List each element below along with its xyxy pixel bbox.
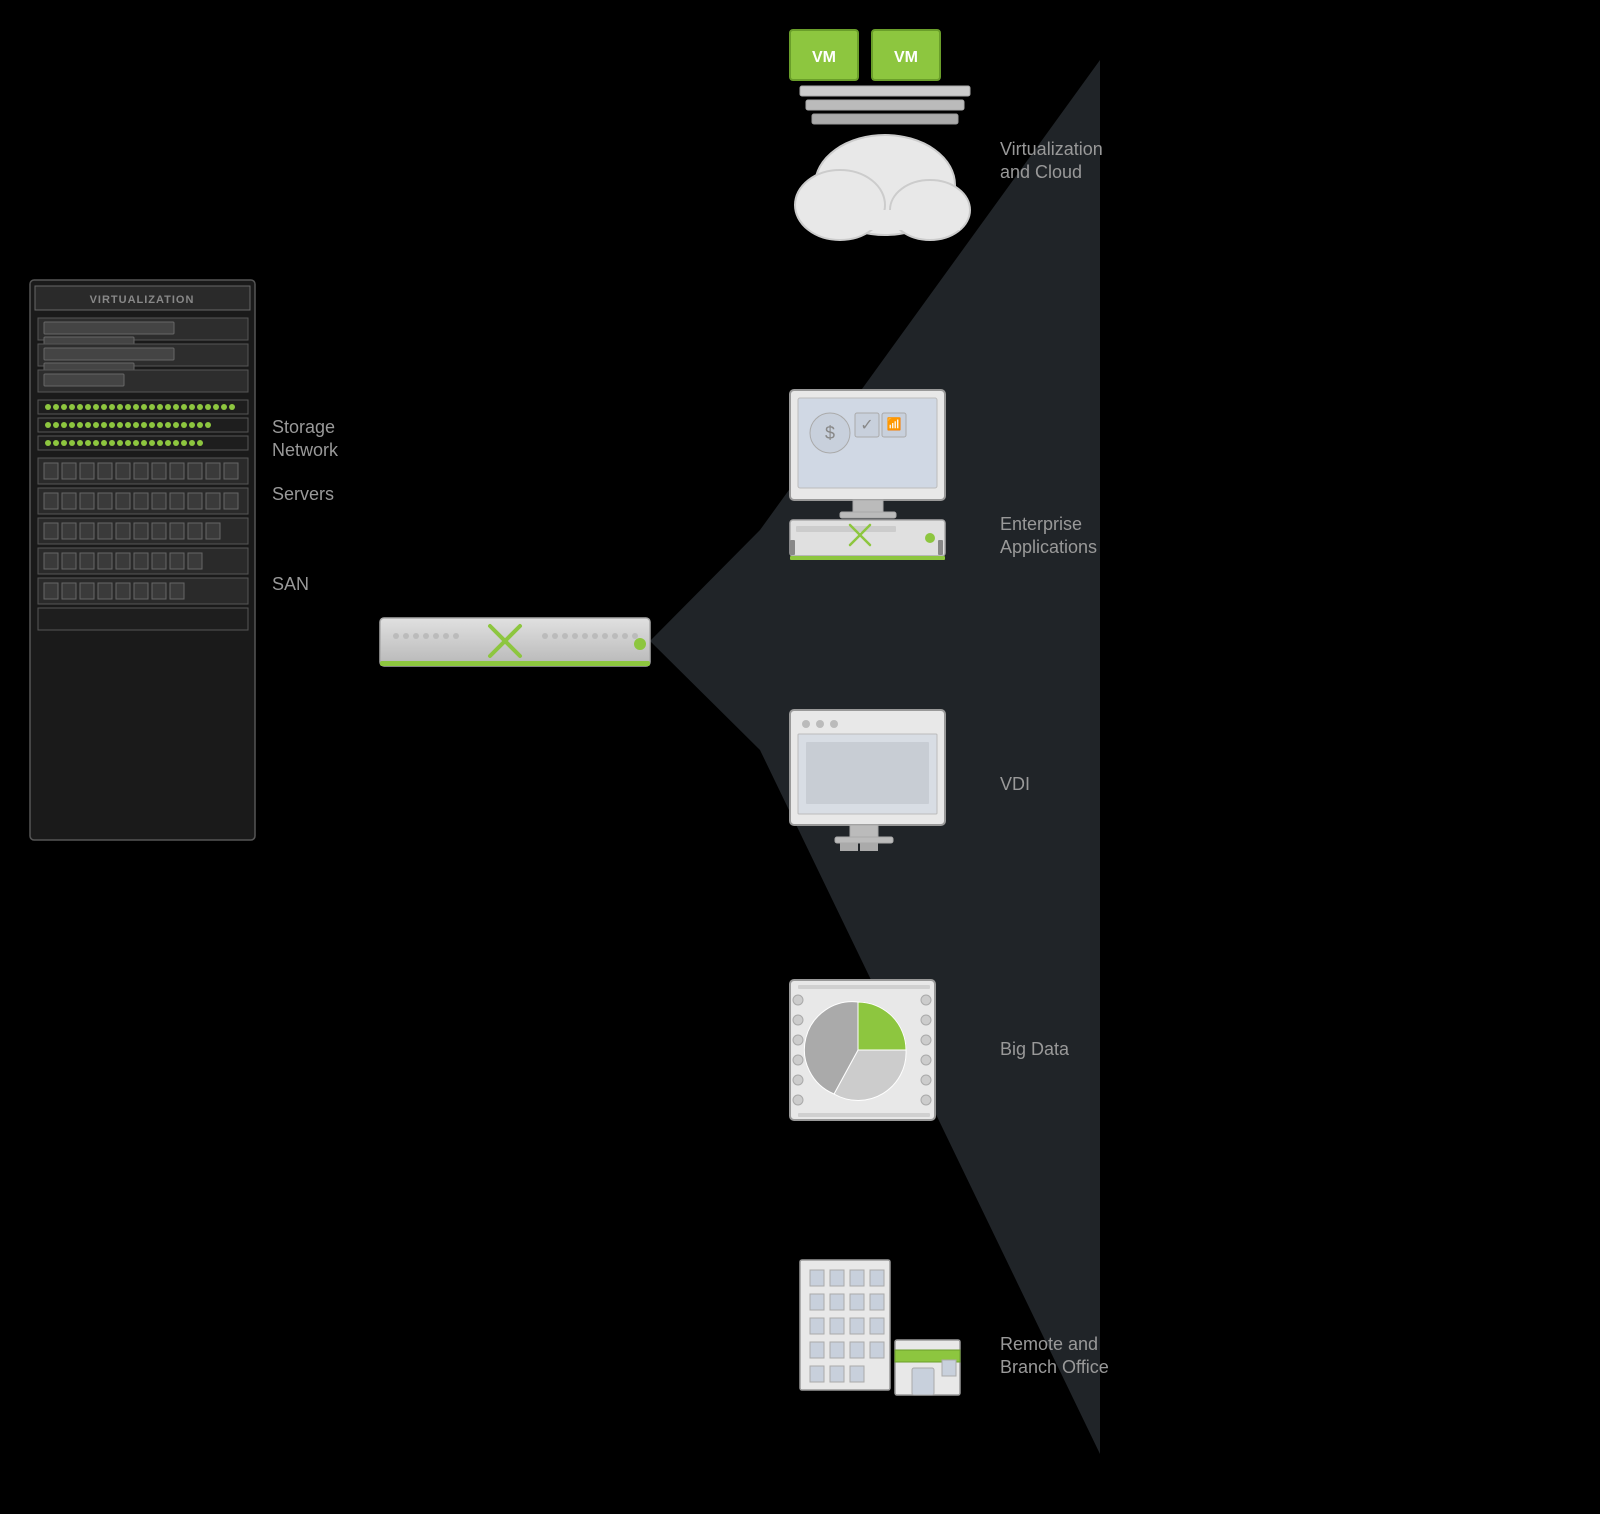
- vdi-label: VDI: [1000, 774, 1030, 794]
- svg-text:$: $: [825, 423, 835, 443]
- remote-branch-label: Remote and: [1000, 1334, 1098, 1354]
- remote-branch-label2: Branch Office: [1000, 1357, 1109, 1377]
- virtualization-label: VIRTUALIZATION: [90, 294, 195, 306]
- storage-network-label: Storage: [272, 417, 335, 437]
- servers-label: Servers: [272, 484, 334, 504]
- storage-network-label2: Network: [272, 440, 339, 460]
- virtualization-cloud-label: Virtualization: [1000, 139, 1103, 159]
- virtualization-cloud-label2: and Cloud: [1000, 162, 1082, 182]
- enterprise-applications-label2: Applications: [1000, 537, 1097, 557]
- svg-text:VM: VM: [812, 49, 836, 66]
- san-label: SAN: [272, 574, 309, 594]
- big-data-label: Big Data: [1000, 1039, 1070, 1059]
- enterprise-applications-label: Enterprise: [1000, 514, 1082, 534]
- svg-text:✓: ✓: [860, 417, 873, 434]
- svg-text:VM: VM: [894, 49, 918, 66]
- svg-text:📶: 📶: [887, 417, 902, 431]
